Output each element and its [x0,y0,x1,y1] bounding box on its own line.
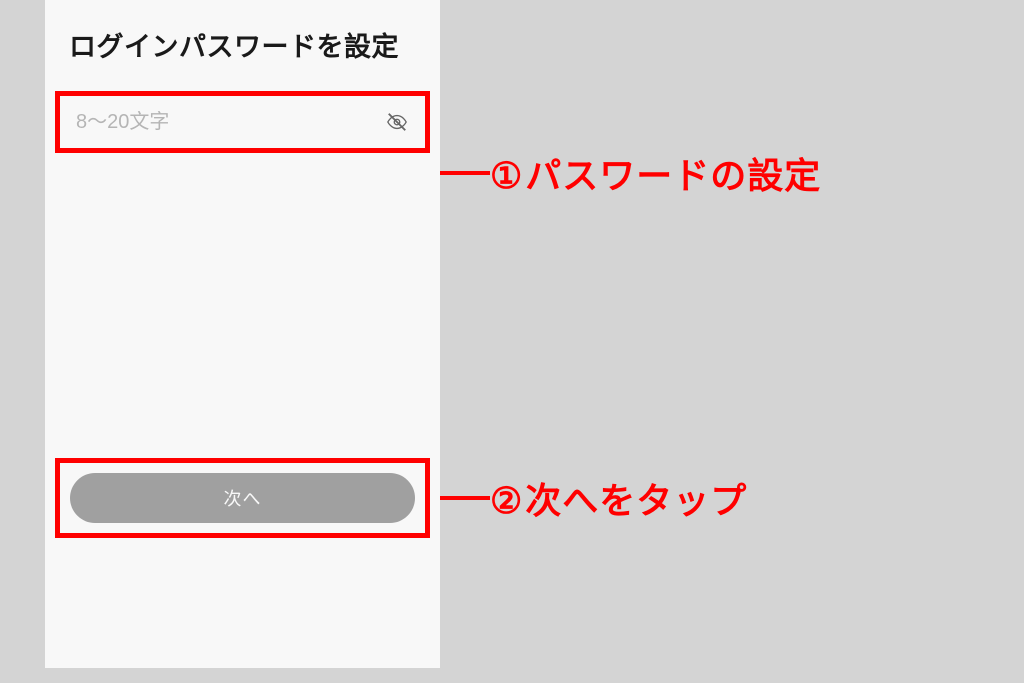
annotation-text-1: ①パスワードの設定 [490,147,821,199]
password-field-highlight [55,91,430,153]
connector-line [440,496,490,500]
step-label-1: パスワードの設定 [525,155,821,196]
next-button[interactable]: 次へ [70,473,415,523]
visibility-off-icon[interactable] [385,110,409,134]
annotation-step-2: ②次へをタップ [440,472,747,524]
page-title: ログインパスワードを設定 [45,0,440,81]
annotation-text-2: ②次へをタップ [490,472,747,524]
connector-line [440,171,490,175]
step-label-2: 次へをタップ [525,480,747,521]
password-row [60,96,425,148]
phone-screen: ログインパスワードを設定 次へ [45,0,440,668]
password-input[interactable] [76,111,385,134]
annotation-step-1: ①パスワードの設定 [440,147,821,199]
next-button-highlight: 次へ [55,458,430,538]
step-number-1: ① [490,155,523,197]
step-number-2: ② [490,480,523,522]
